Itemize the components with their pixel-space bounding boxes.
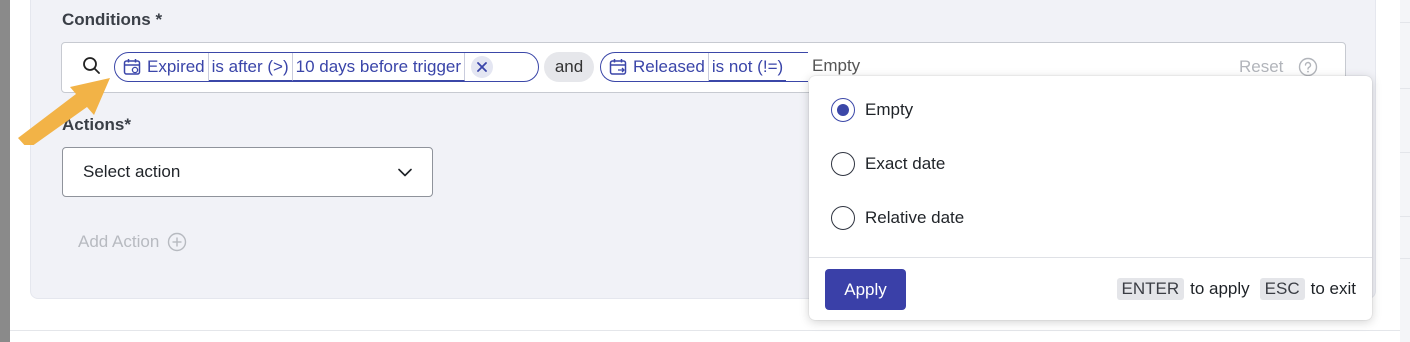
plus-circle-icon [168,232,187,252]
background-table-edge [1400,0,1410,342]
conditions-label: Conditions * [62,10,163,29]
enter-key-hint: ENTER [1116,278,1185,300]
close-icon [477,62,487,72]
chip-operator-label: is after (>) [211,56,289,76]
chevron-down-icon [398,168,412,176]
calendar-icon [609,59,627,75]
option-empty[interactable]: Empty [831,98,913,122]
chip-operator[interactable]: is not (!=) [708,53,787,81]
add-action-label: Add Action [78,232,160,251]
option-label: Empty [865,100,914,119]
radio-unselected[interactable] [831,206,855,230]
chip-operator-label: is not (!=) [711,56,784,76]
divider [10,330,1400,331]
help-icon[interactable] [1298,57,1318,77]
option-label: Relative date [865,208,965,227]
condition-chip-expired[interactable]: Expired is after (>) 10 days before trig… [114,52,539,82]
annotation-arrow-icon [18,78,110,145]
option-exact-date[interactable]: Exact date [831,152,945,176]
enter-hint-text: to apply [1190,279,1250,298]
add-action-button[interactable]: Add Action [78,232,187,252]
calendar-icon [123,59,141,75]
select-action-placeholder: Select action [83,162,181,181]
chip-field[interactable]: Released [601,53,709,81]
radio-unselected[interactable] [831,152,855,176]
chip-field[interactable]: Expired [115,53,209,81]
pending-value-text[interactable]: Empty [812,56,860,76]
apply-button[interactable]: Apply [825,269,906,310]
chip-field-label: Expired [147,57,205,76]
chip-value[interactable]: 10 days before trigger [292,53,466,81]
option-label: Exact date [865,154,946,173]
value-type-dropdown: Empty Exact date Relative date Apply ENT… [809,76,1372,320]
select-action-dropdown[interactable]: Select action [62,147,433,197]
dropdown-divider [809,257,1372,258]
and-connector[interactable]: and [544,52,594,82]
esc-hint-text: to exit [1310,279,1356,298]
radio-selected[interactable] [831,98,855,122]
reset-button[interactable]: Reset [1239,57,1283,77]
chip-value-label: 10 days before trigger [295,56,462,76]
esc-key-hint: ESC [1259,278,1305,300]
keyboard-hints: ENTER to apply ESC to exit [1116,278,1356,300]
condition-chip-released[interactable]: Released is not (!=) [600,52,808,82]
chip-field-label: Released [633,57,705,76]
remove-chip-button[interactable] [471,56,494,78]
chip-operator[interactable]: is after (>) [208,53,293,81]
option-relative-date[interactable]: Relative date [831,206,964,230]
